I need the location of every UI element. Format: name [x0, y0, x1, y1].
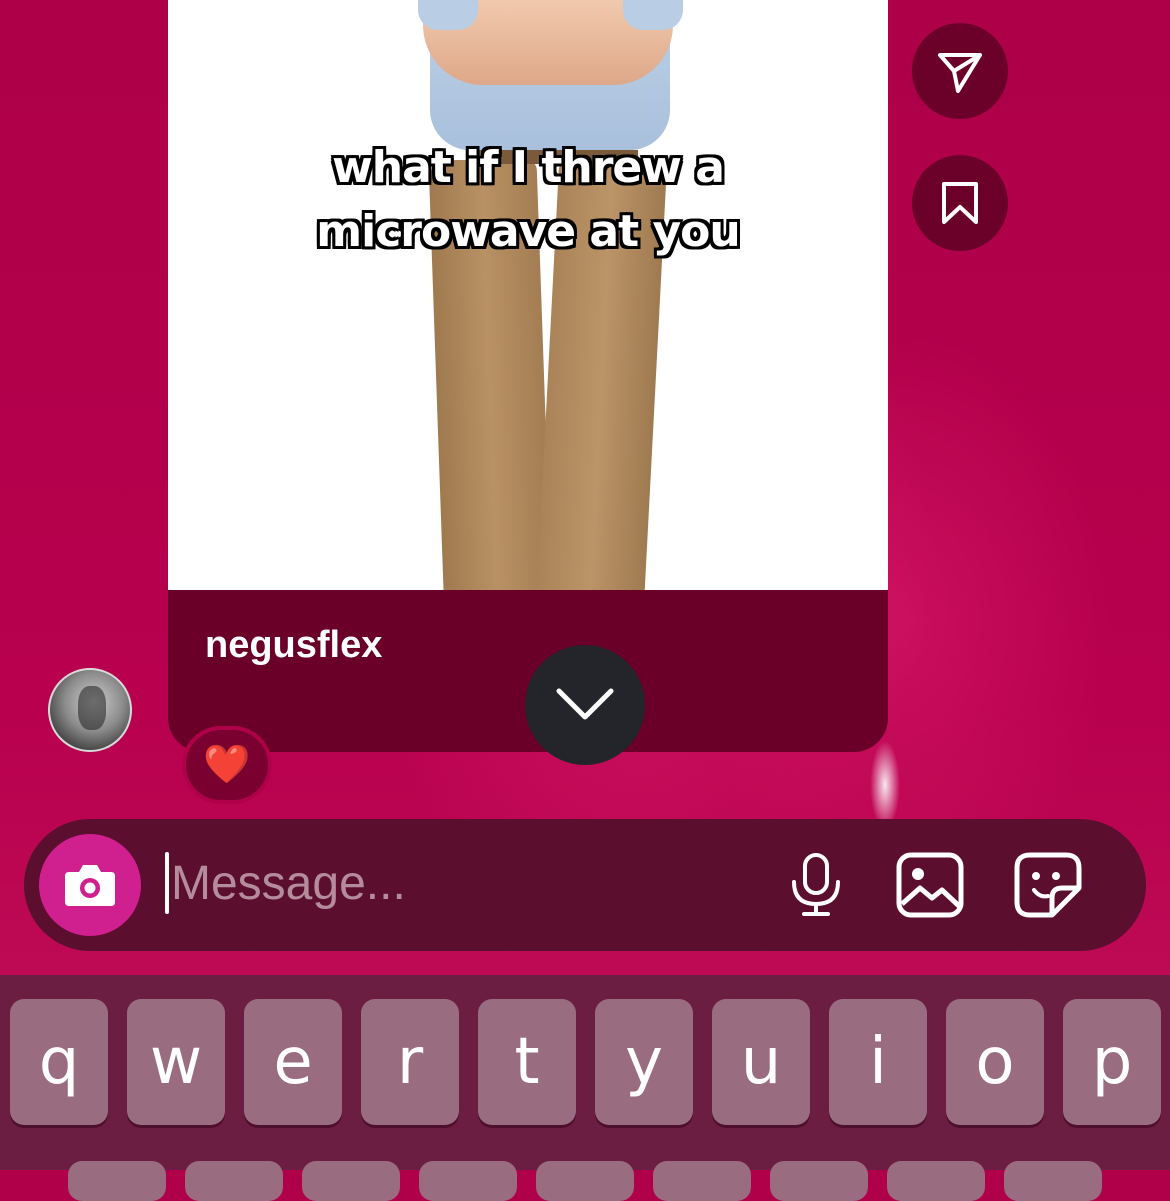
- microphone-button[interactable]: [780, 849, 852, 921]
- key-o[interactable]: o: [946, 999, 1044, 1125]
- key-t[interactable]: t: [478, 999, 576, 1125]
- scroll-to-bottom-button[interactable]: [525, 645, 645, 765]
- key-row2-partial[interactable]: [419, 1161, 517, 1201]
- key-row2-partial[interactable]: [185, 1161, 283, 1201]
- key-row2-partial[interactable]: [1004, 1161, 1102, 1201]
- key-row2-partial[interactable]: [653, 1161, 751, 1201]
- send-icon: [938, 53, 982, 93]
- sender-avatar[interactable]: [48, 668, 132, 752]
- bookmark-icon: [942, 182, 978, 224]
- key-w[interactable]: w: [127, 999, 225, 1125]
- key-row2-partial[interactable]: [536, 1161, 634, 1201]
- heart-reaction[interactable]: ❤️: [182, 726, 272, 804]
- key-q[interactable]: q: [10, 999, 108, 1125]
- key-row2-partial[interactable]: [887, 1161, 985, 1201]
- key-r[interactable]: r: [361, 999, 459, 1125]
- post-media[interactable]: what if I threw a microwave at you: [168, 0, 888, 590]
- gallery-icon: [896, 852, 964, 918]
- shared-post-card[interactable]: what if I threw a microwave at you negus…: [168, 0, 888, 752]
- post-username[interactable]: negusflex: [205, 624, 382, 667]
- save-button[interactable]: [912, 155, 1008, 251]
- camera-icon: [65, 865, 115, 906]
- key-u[interactable]: u: [712, 999, 810, 1125]
- message-input[interactable]: [169, 847, 731, 919]
- sticker-button[interactable]: [1012, 849, 1084, 921]
- background-glow: [870, 740, 900, 830]
- figure-sleeve-left: [418, 0, 478, 30]
- key-e[interactable]: e: [244, 999, 342, 1125]
- key-row2-partial[interactable]: [770, 1161, 868, 1201]
- chevron-down-icon: [556, 688, 614, 720]
- message-composer: [24, 819, 1146, 951]
- heart-emoji: ❤️: [203, 744, 251, 786]
- microphone-icon: [792, 853, 840, 916]
- key-i[interactable]: i: [829, 999, 927, 1125]
- figure-sleeve-right: [623, 0, 683, 30]
- key-y[interactable]: y: [595, 999, 693, 1125]
- gallery-button[interactable]: [894, 849, 966, 921]
- post-caption-line2: microwave at you: [316, 206, 740, 257]
- keyboard: q w e r t y u i o p: [0, 975, 1170, 1201]
- key-row2-partial[interactable]: [68, 1161, 166, 1201]
- sticker-icon: [1014, 852, 1082, 918]
- key-p[interactable]: p: [1063, 999, 1161, 1125]
- camera-button[interactable]: [39, 834, 141, 936]
- post-caption-line1: what if I threw a: [332, 142, 725, 193]
- share-button[interactable]: [912, 23, 1008, 119]
- key-row2-partial[interactable]: [302, 1161, 400, 1201]
